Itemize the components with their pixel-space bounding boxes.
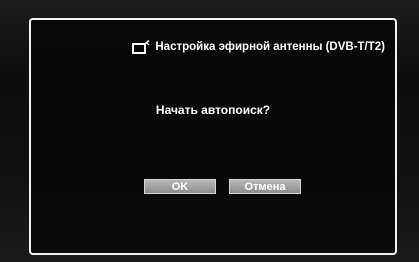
dialog-title: Настройка эфирной антенны (DVB-T/T2): [155, 41, 385, 53]
tv-antenna-icon: [132, 39, 150, 54]
cancel-button[interactable]: Отмена: [229, 179, 301, 194]
dialog-buttons: OK Отмена: [144, 179, 301, 194]
ok-button[interactable]: OK: [144, 179, 216, 194]
autosearch-prompt: Начать автопоиск?: [155, 103, 271, 117]
antenna-setup-dialog: Настройка эфирной антенны (DVB-T/T2) Нач…: [29, 18, 397, 255]
dialog-title-row: Настройка эфирной антенны (DVB-T/T2): [132, 39, 385, 54]
